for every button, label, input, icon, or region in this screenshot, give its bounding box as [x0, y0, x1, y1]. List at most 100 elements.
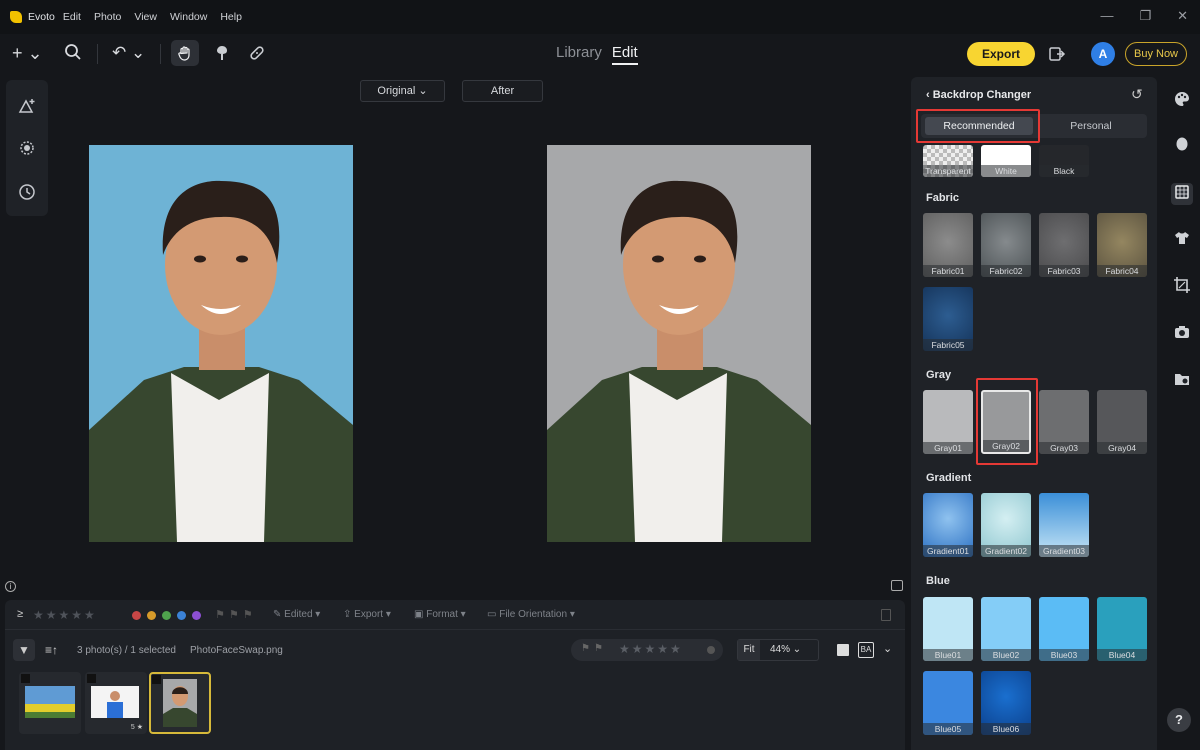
add-icon[interactable]: + ⌄ — [12, 43, 43, 63]
bandage-icon[interactable] — [248, 44, 266, 67]
export-filter[interactable]: ⇪ Export ▾ — [343, 609, 391, 620]
original-photo — [89, 145, 353, 542]
swatch-blue04[interactable]: Blue04 — [1097, 597, 1147, 661]
swatch-white[interactable]: White — [981, 145, 1031, 177]
swatch-blue03[interactable]: Blue03 — [1039, 597, 1089, 661]
search-icon[interactable] — [64, 43, 82, 66]
photo-count: 3 photo(s) / 1 selected — [77, 645, 176, 656]
swatch-gray03[interactable]: Gray03 — [1039, 390, 1089, 454]
swatch-blue05[interactable]: Blue05 — [923, 671, 973, 735]
single-view-icon[interactable] — [837, 644, 849, 656]
fit-button[interactable]: Fit — [738, 640, 760, 660]
panel-title[interactable]: ‹ Backdrop Changer — [926, 89, 1031, 101]
tab-edit[interactable]: Edit — [611, 44, 638, 65]
after-photo — [547, 145, 811, 542]
format-filter[interactable]: ▣ Format ▾ — [414, 609, 466, 620]
flag-icon[interactable]: ⚑⚑ — [581, 643, 607, 654]
menu-edit[interactable]: Edit — [63, 11, 81, 23]
tab-personal[interactable]: Personal — [1039, 117, 1143, 135]
split-view-icon[interactable] — [891, 580, 903, 591]
help-button[interactable]: ? — [1167, 708, 1191, 732]
swatch-gradient02[interactable]: Gradient02 — [981, 493, 1031, 557]
section-blue: Blue — [926, 575, 950, 587]
crop-icon[interactable] — [1171, 276, 1193, 298]
swatch-black[interactable]: Black — [1039, 145, 1089, 177]
info-icon[interactable]: i — [5, 581, 16, 592]
menu-window[interactable]: Window — [170, 11, 207, 23]
hand-tool-button[interactable] — [171, 40, 199, 66]
label-orange-dot[interactable] — [147, 611, 156, 620]
original-dropdown[interactable]: Original ⌄ — [360, 80, 445, 102]
menu-help[interactable]: Help — [220, 11, 242, 23]
share-icon[interactable] — [1048, 45, 1066, 66]
swatch-blue02[interactable]: Blue02 — [981, 597, 1031, 661]
camera-icon[interactable] — [1171, 323, 1193, 345]
brush-icon[interactable] — [213, 44, 231, 67]
history-icon[interactable] — [17, 182, 37, 202]
orientation-filter[interactable]: ▭ File Orientation ▾ — [487, 609, 575, 620]
restore-button[interactable]: ❐ — [1139, 8, 1151, 24]
reset-icon[interactable]: ↺ — [1131, 86, 1143, 103]
export-button[interactable]: Export — [967, 42, 1035, 66]
clothing-icon[interactable] — [1171, 229, 1193, 251]
gray02-highlight — [976, 378, 1038, 465]
label-blue-dot[interactable] — [177, 611, 186, 620]
recommended-highlight — [916, 109, 1040, 143]
mode-tabs: Library Edit — [556, 44, 638, 65]
tab-library[interactable]: Library — [556, 44, 602, 65]
after-button[interactable]: After — [462, 80, 543, 102]
toolbar-divider — [97, 44, 98, 64]
minimize-button[interactable]: — — [1100, 8, 1113, 24]
label-red-dot[interactable] — [132, 611, 141, 620]
backdrop-changer-panel: ‹ Backdrop Changer ↺ Recommended Persona… — [911, 77, 1157, 750]
face-icon[interactable] — [1171, 135, 1193, 157]
chevron-down-icon[interactable]: ⌄ — [883, 642, 892, 655]
filter-icon[interactable]: ▼ — [13, 639, 35, 661]
hand-icon — [178, 46, 190, 61]
rating-stars[interactable]: ★★★★★ — [33, 608, 97, 622]
sort-icon[interactable]: ≡↑ — [45, 643, 58, 657]
label-purple-dot[interactable] — [192, 611, 201, 620]
label-green-dot[interactable] — [162, 611, 171, 620]
palette-icon[interactable] — [1171, 90, 1193, 112]
swatch-fabric02[interactable]: Fabric02 — [981, 213, 1031, 277]
zoom-dropdown[interactable]: 44% ⌄ — [770, 644, 801, 655]
folder-settings-icon[interactable] — [1171, 370, 1193, 392]
evoto-logo-icon — [10, 11, 22, 23]
thumbnail-portrait-white[interactable]: 5 ★ — [85, 672, 147, 734]
close-button[interactable]: ✕ — [1177, 8, 1188, 24]
edited-filter[interactable]: ✎ Edited ▾ — [273, 609, 320, 620]
undo-icon[interactable]: ↶ ⌄ — [112, 43, 145, 63]
swatch-fabric05[interactable]: Fabric05 — [923, 287, 973, 351]
color-label-dot[interactable] — [707, 646, 715, 654]
section-gradient: Gradient — [926, 472, 972, 484]
before-after-icon[interactable]: BA — [858, 642, 874, 658]
preset-icon[interactable] — [17, 138, 37, 158]
menu-photo[interactable]: Photo — [94, 11, 121, 23]
menu-view[interactable]: View — [134, 11, 157, 23]
left-tool-rail — [6, 80, 48, 216]
backdrop-icon[interactable] — [1171, 183, 1193, 205]
swatch-gray01[interactable]: Gray01 — [923, 390, 973, 454]
swatch-blue06[interactable]: Blue06 — [981, 671, 1031, 735]
swatch-fabric04[interactable]: Fabric04 — [1097, 213, 1147, 277]
flag-icon[interactable]: ⚑⚑⚑ — [215, 608, 257, 621]
selected-filename: PhotoFaceSwap.png — [190, 645, 283, 656]
thumbnail-landscape[interactable] — [19, 672, 81, 734]
swatch-gray04[interactable]: Gray04 — [1097, 390, 1147, 454]
rating-stars[interactable]: ★★★★★ — [619, 642, 683, 656]
swatch-transparent[interactable]: Transparent — [923, 145, 973, 177]
adjust-icon[interactable] — [17, 96, 37, 116]
buy-now-button[interactable]: Buy Now — [1125, 42, 1187, 66]
filmstrip-toolbar: ≥ ★★★★★ ⚑⚑⚑ ✎ Edited ▾ ⇪ Export ▾ ▣ Form… — [5, 600, 905, 630]
rating-toolbar: ⚑⚑ ★★★★★ — [571, 639, 723, 661]
swatch-fabric01[interactable]: Fabric01 — [923, 213, 973, 277]
rating-filter-prefix[interactable]: ≥ — [17, 608, 23, 620]
trash-icon[interactable] — [881, 609, 891, 621]
swatch-blue01[interactable]: Blue01 — [923, 597, 973, 661]
swatch-gradient01[interactable]: Gradient01 — [923, 493, 973, 557]
swatch-fabric03[interactable]: Fabric03 — [1039, 213, 1089, 277]
avatar[interactable]: A — [1091, 42, 1115, 66]
swatch-gradient03[interactable]: Gradient03 — [1039, 493, 1089, 557]
thumbnail-selected[interactable] — [149, 672, 211, 734]
